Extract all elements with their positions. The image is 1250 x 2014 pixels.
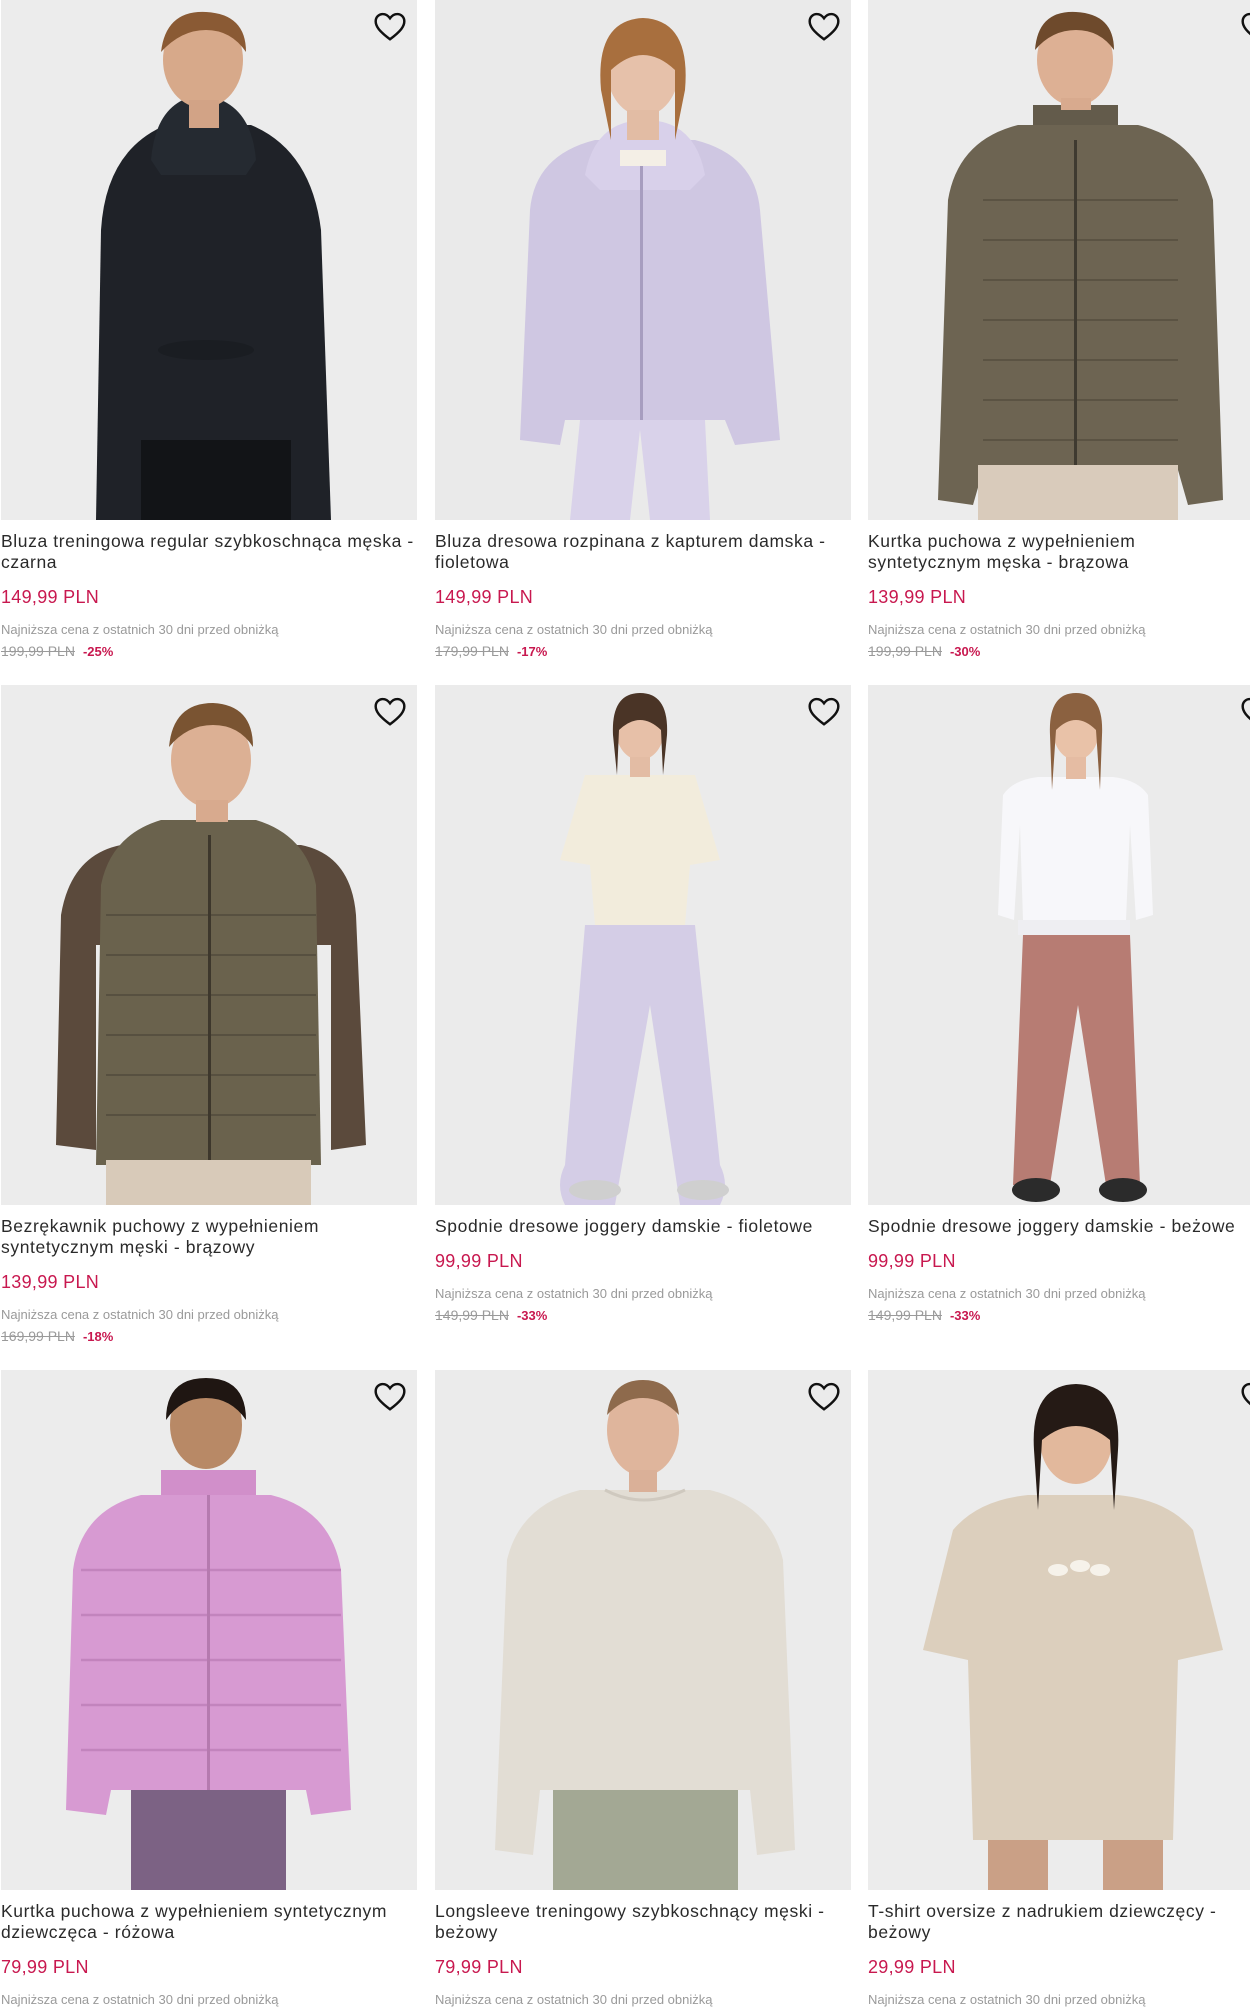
lowest-price-label: Najniższa cena z ostatnich 30 dni przed …: [868, 1992, 1146, 2007]
product-photo-girl-beige-tshirt: [868, 1370, 1250, 1890]
heart-outline-icon: [808, 697, 840, 726]
product-price: 139,99 PLN: [868, 587, 967, 607]
heart-outline-icon: [1241, 12, 1250, 36]
lowest-price-label: Najniższa cena z ostatnich 30 dni przed …: [1, 1992, 279, 2007]
wishlist-button[interactable]: [371, 695, 409, 729]
product-name[interactable]: Spodnie dresowe joggery damskie - fiolet…: [435, 1216, 851, 1237]
old-price: 199,99 PLN: [868, 643, 942, 659]
product-card[interactable]: Kurtka puchowa z wypełnieniem syntetyczn…: [1, 1370, 417, 2014]
old-price-line: 149,99 PLN -33%: [868, 1306, 980, 1325]
lowest-price-label: Najniższa cena z ostatnich 30 dni przed …: [868, 1286, 1146, 1301]
product-name[interactable]: Longsleeve treningowy szybkoschnący męsk…: [435, 1901, 851, 1943]
product-image[interactable]: [1, 1370, 417, 1890]
old-price: 149,99 PLN: [435, 1307, 509, 1323]
discount-badge: -33%: [516, 1308, 548, 1323]
old-price: 199,99 PLN: [1, 643, 75, 659]
lowest-price-label: Najniższa cena z ostatnich 30 dni przed …: [435, 1286, 713, 1301]
product-row: Bluza treningowa regular szybkoschnąca m…: [0, 0, 1250, 685]
product-card[interactable]: Spodnie dresowe joggery damskie - fiolet…: [435, 685, 851, 1370]
product-card[interactable]: Kurtka puchowa z wypełnieniem syntetyczn…: [868, 0, 1250, 685]
product-price: 149,99 PLN: [1, 587, 100, 607]
discount-badge: -18%: [82, 1329, 114, 1344]
discount-badge: -30%: [949, 644, 981, 659]
product-photo-woman-lilac-joggers: [435, 685, 851, 1205]
lowest-price-label: Najniższa cena z ostatnich 30 dni przed …: [1, 1307, 279, 1322]
product-card[interactable]: Bluza treningowa regular szybkoschnąca m…: [1, 0, 417, 685]
product-photo-man-brown-vest: [1, 685, 417, 1205]
wishlist-button[interactable]: [371, 1380, 409, 1414]
product-name[interactable]: Kurtka puchowa z wypełnieniem syntetyczn…: [868, 531, 1250, 573]
heart-outline-icon: [808, 12, 840, 41]
product-photo-man-black-hoodie: [1, 0, 417, 520]
product-price: 139,99 PLN: [1, 1272, 100, 1292]
lowest-price-label: Najniższa cena z ostatnich 30 dni przed …: [435, 1992, 713, 2007]
old-price-line: 149,99 PLN -33%: [435, 1306, 547, 1325]
product-name[interactable]: Spodnie dresowe joggery damskie - beżowe: [868, 1216, 1250, 1237]
heart-outline-icon: [374, 697, 406, 726]
product-photo-woman-pink-joggers: [868, 685, 1250, 1205]
product-price: 99,99 PLN: [435, 1251, 523, 1271]
product-card[interactable]: Bezrękawnik puchowy z wypełnieniem synte…: [1, 685, 417, 1370]
heart-outline-icon: [1241, 1382, 1250, 1406]
lowest-price-label: Najniższa cena z ostatnich 30 dni przed …: [1, 622, 279, 637]
product-grid: Bluza treningowa regular szybkoschnąca m…: [0, 0, 1250, 2014]
product-card[interactable]: Bluza dresowa rozpinana z kapturem damsk…: [435, 0, 851, 685]
product-image[interactable]: [868, 685, 1250, 1205]
lowest-price-label: Najniższa cena z ostatnich 30 dni przed …: [868, 622, 1146, 637]
product-name[interactable]: Bezrękawnik puchowy z wypełnieniem synte…: [1, 1216, 417, 1258]
lowest-price-label: Najniższa cena z ostatnich 30 dni przed …: [435, 622, 713, 637]
discount-badge: -17%: [516, 644, 548, 659]
product-price: 79,99 PLN: [435, 1957, 523, 1977]
wishlist-button[interactable]: [805, 1380, 843, 1414]
old-price-line: 199,99 PLN -25%: [1, 642, 113, 661]
product-photo-man-brown-puffer: [868, 0, 1250, 520]
product-price: 99,99 PLN: [868, 1251, 956, 1271]
wishlist-button[interactable]: [371, 10, 409, 44]
product-photo-woman-lilac-hoodie: [435, 0, 851, 520]
product-name[interactable]: Bluza dresowa rozpinana z kapturem damsk…: [435, 531, 851, 573]
product-photo-man-beige-longsleeve: [435, 1370, 851, 1890]
product-photo-girl-pink-puffer: [1, 1370, 417, 1890]
product-price: 149,99 PLN: [435, 587, 534, 607]
product-card[interactable]: Spodnie dresowe joggery damskie - beżowe…: [868, 685, 1250, 1370]
old-price-line: 199,99 PLN -30%: [868, 642, 980, 661]
wishlist-button[interactable]: [805, 10, 843, 44]
heart-outline-icon: [374, 1382, 406, 1411]
old-price: 169,99 PLN: [1, 1328, 75, 1344]
old-price-line: 179,99 PLN -17%: [435, 642, 547, 661]
wishlist-button[interactable]: [1238, 1380, 1250, 1414]
wishlist-button[interactable]: [1238, 695, 1250, 729]
product-price: 79,99 PLN: [1, 1957, 89, 1977]
wishlist-button[interactable]: [1238, 10, 1250, 44]
product-price: 29,99 PLN: [868, 1957, 956, 1977]
product-name[interactable]: Kurtka puchowa z wypełnieniem syntetyczn…: [1, 1901, 417, 1943]
product-name[interactable]: Bluza treningowa regular szybkoschnąca m…: [1, 531, 417, 573]
heart-outline-icon: [808, 1382, 840, 1411]
product-image[interactable]: [1, 0, 417, 520]
product-image[interactable]: [868, 1370, 1250, 1890]
old-price: 149,99 PLN: [868, 1307, 942, 1323]
discount-badge: -25%: [82, 644, 114, 659]
discount-badge: -33%: [949, 1308, 981, 1323]
product-card[interactable]: Longsleeve treningowy szybkoschnący męsk…: [435, 1370, 851, 2014]
old-price-line: 169,99 PLN -18%: [1, 1327, 113, 1346]
product-row: Bezrękawnik puchowy z wypełnieniem synte…: [0, 685, 1250, 1370]
heart-outline-icon: [1241, 697, 1250, 721]
product-card[interactable]: T-shirt oversize z nadrukiem dziewczęcy …: [868, 1370, 1250, 2014]
product-image[interactable]: [435, 0, 851, 520]
product-row: Kurtka puchowa z wypełnieniem syntetyczn…: [0, 1370, 1250, 2014]
product-image[interactable]: [1, 685, 417, 1205]
product-image[interactable]: [435, 1370, 851, 1890]
heart-outline-icon: [374, 12, 406, 41]
product-image[interactable]: [435, 685, 851, 1205]
product-name[interactable]: T-shirt oversize z nadrukiem dziewczęcy …: [868, 1901, 1250, 1943]
old-price: 179,99 PLN: [435, 643, 509, 659]
wishlist-button[interactable]: [805, 695, 843, 729]
product-image[interactable]: [868, 0, 1250, 520]
